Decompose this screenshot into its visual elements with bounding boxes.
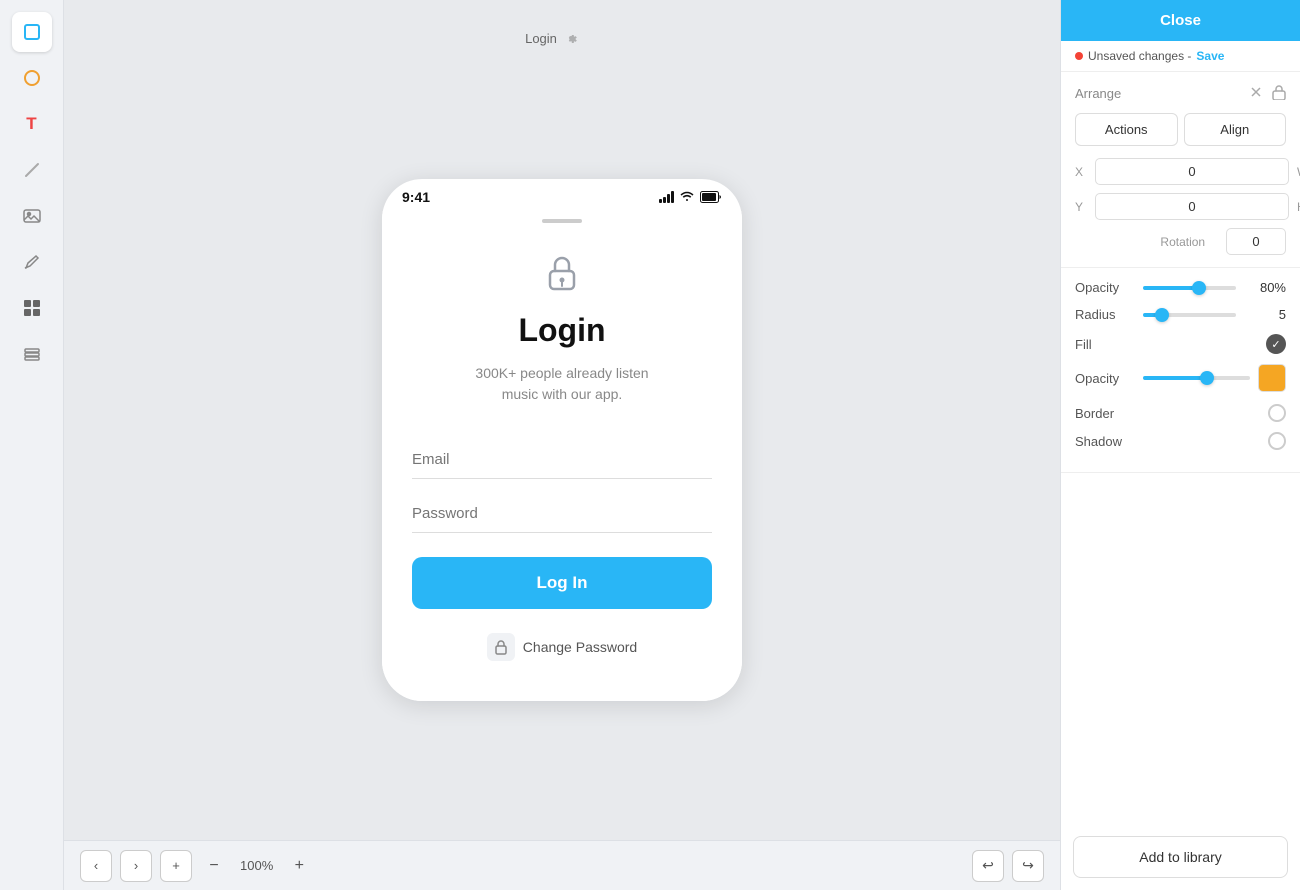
properties-section: Opacity 80% Radius 5 Fill ✓ Opacity [1061,268,1300,473]
close-button[interactable]: Close [1061,0,1300,41]
image-tool[interactable] [12,196,52,236]
login-title: Login [518,312,605,349]
wifi-icon [679,191,695,203]
left-toolbar: T [0,0,64,890]
battery-icon [700,191,722,203]
email-input[interactable] [412,441,712,479]
frame-title: Login [525,31,557,46]
gear-icon[interactable] [563,30,579,46]
x-label: X [1075,165,1089,179]
shadow-row: Shadow [1075,432,1286,450]
shadow-toggle[interactable] [1268,432,1286,450]
fill-opacity-row: Opacity [1075,364,1286,392]
bottom-toolbar: ‹ › + − 100% + ↩ ↪ [64,840,1060,890]
x-coord-row: X [1075,158,1289,185]
unsaved-text: Unsaved changes - [1088,49,1191,63]
lock-toggle-icon[interactable] [1272,84,1286,103]
canvas-area: Login 9:41 [64,0,1060,890]
login-button[interactable]: Log In [412,557,712,609]
lock-icon [544,253,580,300]
text-tool[interactable]: T [12,104,52,144]
right-panel: Close Unsaved changes - Save Arrange [1060,0,1300,890]
fill-checkbox[interactable]: ✓ [1266,334,1286,354]
fill-label: Fill [1075,337,1266,352]
circle-tool[interactable] [12,58,52,98]
rotation-label: Rotation [1160,235,1205,249]
unsaved-indicator [1075,52,1083,60]
opacity-label: Opacity [1075,280,1135,295]
component-tool[interactable] [12,288,52,328]
arrange-section: Arrange Actions Align [1061,72,1300,268]
zoom-in-button[interactable]: + [285,852,313,880]
arrange-icons [1248,84,1286,103]
undo-button[interactable]: ↩ [972,850,1004,882]
status-bar: 9:41 [382,179,742,211]
align-button[interactable]: Align [1184,113,1287,146]
opacity-slider[interactable] [1143,286,1236,290]
y-input[interactable] [1095,193,1289,220]
fill-opacity-thumb[interactable] [1200,371,1214,385]
radius-label: Radius [1075,307,1135,322]
redo-button[interactable]: ↪ [1012,850,1044,882]
rotation-row: Rotation [1075,228,1286,255]
signal-bars-icon [659,191,674,203]
rotation-input[interactable] [1226,228,1286,255]
password-input[interactable] [412,495,712,533]
delete-icon[interactable] [1248,84,1264,103]
login-subtitle: 300K+ people already listenmusic with ou… [475,363,648,405]
canvas-content: Login 9:41 [64,0,1060,840]
arrange-header: Arrange [1075,84,1286,103]
y-coord-row: Y [1075,193,1289,220]
phone-content: Login 300K+ people already listenmusic w… [382,211,742,701]
arrange-title: Arrange [1075,86,1121,101]
action-align-buttons: Actions Align [1075,113,1286,146]
change-password-icon [487,633,515,661]
rectangle-tool[interactable] [12,12,52,52]
opacity-row: Opacity 80% [1075,280,1286,295]
radius-row: Radius 5 [1075,307,1286,322]
fill-color-swatch[interactable] [1258,364,1286,392]
forward-button[interactable]: › [120,850,152,882]
status-time: 9:41 [402,189,430,205]
line-tool[interactable] [12,150,52,190]
undo-redo-group: ↩ ↪ [972,850,1044,882]
opacity-thumb[interactable] [1192,281,1206,295]
frame-label: Login [525,30,579,46]
back-button[interactable]: ‹ [80,850,112,882]
fill-opacity-label: Opacity [1075,371,1135,386]
change-password-row[interactable]: Change Password [487,633,637,661]
radius-thumb[interactable] [1155,308,1169,322]
shadow-label: Shadow [1075,434,1268,449]
zoom-out-button[interactable]: − [200,852,228,880]
border-row: Border [1075,404,1286,422]
coords-grid: X W Y H [1075,158,1286,220]
zoom-level: 100% [240,858,273,873]
status-icons [659,191,722,203]
add-button[interactable]: + [160,850,192,882]
actions-button[interactable]: Actions [1075,113,1178,146]
border-label: Border [1075,406,1268,421]
radius-slider[interactable] [1143,313,1236,317]
storage-tool[interactable] [12,334,52,374]
radius-value: 5 [1244,307,1286,322]
swipe-handle [542,219,582,223]
fill-opacity-slider[interactable] [1143,376,1250,380]
save-link[interactable]: Save [1196,49,1224,63]
x-input[interactable] [1095,158,1289,185]
fill-row: Fill ✓ [1075,334,1286,354]
opacity-value: 80% [1244,280,1286,295]
border-toggle[interactable] [1268,404,1286,422]
y-label: Y [1075,200,1089,214]
change-password-label: Change Password [523,639,637,655]
add-to-library-button[interactable]: Add to library [1073,836,1288,878]
phone-frame: 9:41 [382,179,742,701]
pen-tool[interactable] [12,242,52,282]
unsaved-bar: Unsaved changes - Save [1061,41,1300,72]
